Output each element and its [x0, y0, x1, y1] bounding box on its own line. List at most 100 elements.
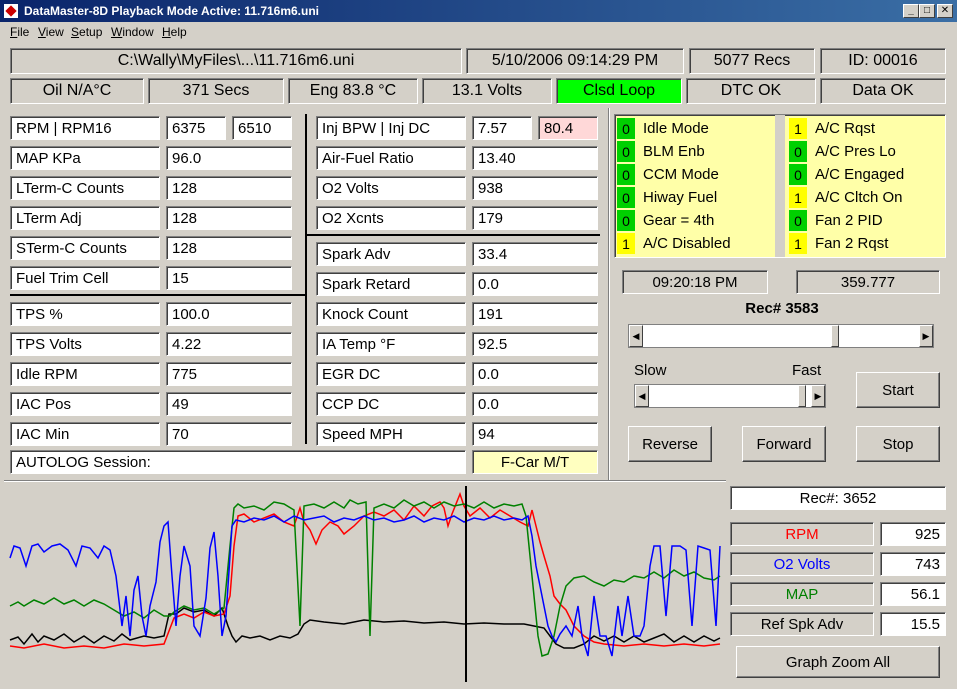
graph-traces [9, 491, 721, 657]
flag-value: 0 [617, 187, 635, 208]
param-value: 775 [166, 362, 292, 386]
car-type: F-Car M/T [472, 450, 598, 474]
param-value: 0.0 [472, 272, 598, 296]
scroll-right-arrow-icon[interactable]: ▶ [919, 325, 933, 347]
flag-label: Hiway Fuel [635, 187, 718, 208]
stop-button[interactable]: Stop [856, 426, 940, 462]
flag-label: BLM Enb [635, 141, 705, 162]
legend-series-label[interactable]: MAP [730, 582, 874, 606]
forward-button[interactable]: Forward [742, 426, 826, 462]
legend-series-value: 56.1 [880, 582, 946, 606]
legend-series-label[interactable]: O2 Volts [730, 552, 874, 576]
flag-value: 0 [617, 210, 635, 231]
flag-label: A/C Rqst [807, 118, 876, 139]
flag-row: 1 A/C Cltch On [789, 186, 903, 209]
loop-status: Clsd Loop [556, 78, 682, 104]
file-path: C:\Wally\MyFiles\...\11.716m6.uni [10, 48, 462, 74]
param-value: 179 [472, 206, 598, 230]
start-button[interactable]: Start [856, 372, 940, 408]
battery-volts: 13.1 Volts [422, 78, 552, 104]
app-icon[interactable] [3, 3, 19, 19]
param-label: Spark Adv [316, 242, 466, 266]
flag-row: 1 A/C Rqst [789, 117, 876, 140]
param-label: CCP DC [316, 392, 466, 416]
param-value: 0.0 [472, 392, 598, 416]
param-value: 938 [472, 176, 598, 200]
flag-label: A/C Cltch On [807, 187, 903, 208]
flag-label: Fan 2 Rqst [807, 233, 889, 254]
flag-row: 1 Fan 2 Rqst [789, 232, 889, 255]
flags-gap [775, 115, 785, 257]
param-value: 7.57 [472, 116, 532, 140]
flag-row: 0 BLM Enb [617, 140, 705, 163]
param-label: IA Temp °F [316, 332, 466, 356]
elapsed-secs: 371 Secs [148, 78, 284, 104]
param-value: 13.40 [472, 146, 598, 170]
legend-series-value: 15.5 [880, 612, 946, 636]
flag-value: 0 [617, 141, 635, 162]
param-label: TPS Volts [10, 332, 160, 356]
param-label: O2 Volts [316, 176, 466, 200]
maximize-button[interactable]: □ [919, 4, 935, 18]
minimize-button[interactable]: _ [903, 4, 919, 18]
flag-row: 0 A/C Engaged [789, 163, 905, 186]
flag-label: A/C Pres Lo [807, 141, 896, 162]
playback-speed-slider[interactable]: ◀ ▶ [634, 384, 826, 408]
close-button[interactable]: ✕ [937, 4, 953, 18]
data-graph[interactable] [4, 486, 726, 682]
flag-value: 0 [789, 164, 807, 185]
record-slider-thumb[interactable] [830, 325, 839, 347]
param-label: TPS % [10, 302, 160, 326]
param-label: O2 Xcnts [316, 206, 466, 230]
autolog-session: AUTOLOG Session: [10, 450, 466, 474]
param-value: 94 [472, 422, 598, 446]
scroll-left-arrow-icon[interactable]: ◀ [629, 325, 643, 347]
menu-setup[interactable]: Setup [71, 25, 102, 39]
speed-left-arrow-icon[interactable]: ◀ [635, 385, 649, 407]
status-flags-panel: 0 Idle Mode 0 BLM Enb 0 CCM Mode 0 Hiway Fuel 0 G… [614, 114, 946, 258]
engine-temp: Eng 83.8 °C [288, 78, 418, 104]
menu-window[interactable]: Window [111, 25, 154, 39]
menu-bar: File View Setup Window Help [0, 22, 957, 41]
flag-row: 0 Gear = 4th [617, 209, 715, 232]
speed-fast-label: Fast [792, 362, 822, 379]
param-label: Air-Fuel Ratio [316, 146, 466, 170]
legend-series-label[interactable]: RPM [730, 522, 874, 546]
playback-record: Rec# 3583 [745, 300, 819, 317]
flag-label: CCM Mode [635, 164, 719, 185]
param-value: 49 [166, 392, 292, 416]
menu-help[interactable]: Help [162, 25, 187, 39]
speed-slider-thumb[interactable] [798, 385, 807, 407]
reverse-button[interactable]: Reverse [628, 426, 712, 462]
flag-row: 0 A/C Pres Lo [789, 140, 896, 163]
flag-row: 0 Idle Mode [617, 117, 709, 140]
menu-view[interactable]: View [38, 25, 64, 39]
speed-right-arrow-icon[interactable]: ▶ [811, 385, 825, 407]
param-value: 15 [166, 266, 292, 290]
record-position-slider[interactable]: ◀ ▶ [628, 324, 934, 348]
param-value: 100.0 [166, 302, 292, 326]
param-value: 128 [166, 176, 292, 200]
graph-record: Rec#: 3652 [730, 486, 946, 510]
menu-file[interactable]: File [10, 25, 29, 39]
flag-label: Idle Mode [635, 118, 709, 139]
data-status: Data OK [820, 78, 946, 104]
param-value: 96.0 [166, 146, 292, 170]
param-label: MAP KPa [10, 146, 160, 170]
flag-value: 1 [617, 233, 635, 254]
flag-value: 0 [617, 118, 635, 139]
param-value: 191 [472, 302, 598, 326]
param-value: 92.5 [472, 332, 598, 356]
flag-value: 1 [789, 233, 807, 254]
param-value: 70 [166, 422, 292, 446]
graph-zoom-all-button[interactable]: Graph Zoom All [736, 646, 940, 678]
trace-o2-volts [9, 514, 721, 657]
record-datetime: 5/10/2006 09:14:29 PM [466, 48, 684, 74]
param-value: 128 [166, 206, 292, 230]
param-label: LTerm-C Counts [10, 176, 160, 200]
column-divider [305, 114, 307, 444]
param-value: 33.4 [472, 242, 598, 266]
param-value: 0.0 [472, 362, 598, 386]
param-value-2: 6510 [232, 116, 292, 140]
legend-series-label[interactable]: Ref Spk Adv [730, 612, 874, 636]
